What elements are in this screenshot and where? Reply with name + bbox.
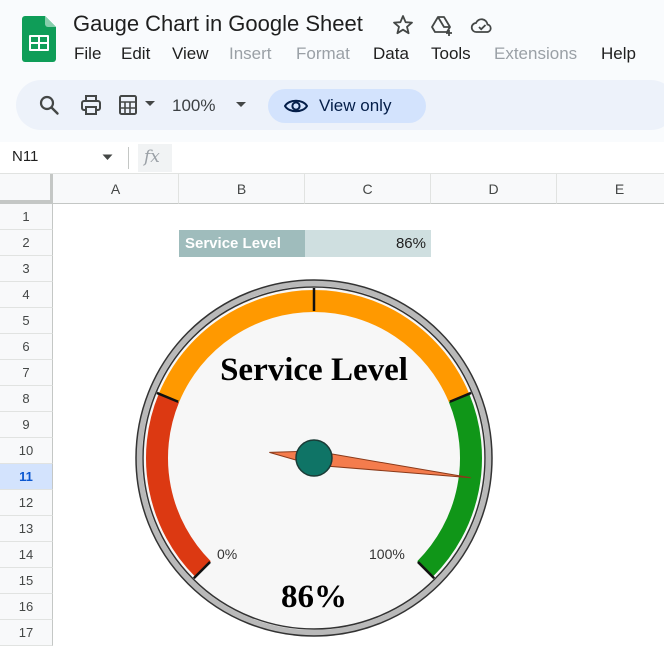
print-icon[interactable] — [80, 94, 102, 116]
menu-file[interactable]: File — [74, 44, 101, 64]
title-bar: Gauge Chart in Google Sheet File Edit Vi… — [0, 0, 664, 78]
view-only-label: View only — [319, 96, 392, 115]
menu-edit[interactable]: Edit — [121, 44, 150, 64]
zoom-select[interactable]: 100% — [172, 96, 215, 116]
gauge-max-label: 100% — [369, 546, 405, 562]
menu-data[interactable]: Data — [373, 44, 409, 64]
sheets-logo-icon[interactable] — [22, 16, 56, 62]
eye-icon — [284, 99, 308, 113]
gauge-title: Service Level — [220, 352, 408, 388]
menu-help[interactable]: Help — [601, 44, 636, 64]
zoom-chevron-down-icon[interactable] — [235, 101, 247, 109]
view-only-button[interactable]: View only — [268, 89, 426, 123]
name-box[interactable]: N11 — [12, 148, 38, 165]
menu-format[interactable]: Format — [296, 44, 350, 64]
move-to-drive-icon[interactable] — [430, 13, 454, 37]
toolbar-area: 100% View only — [0, 78, 664, 142]
sheet-grid[interactable]: A B C D E 1 2 3 4 5 6 7 8 9 10 11 12 13 … — [0, 174, 664, 646]
name-box-chevron-down-icon[interactable] — [102, 154, 113, 161]
menu-insert[interactable]: Insert — [229, 44, 272, 64]
gauge-min-label: 0% — [217, 546, 237, 562]
gauge-hub — [295, 439, 333, 477]
fx-icon: fx — [144, 147, 160, 167]
chevron-down-icon[interactable] — [144, 100, 156, 108]
formula-bar: N11 fx — [0, 142, 664, 174]
formula-bar-divider — [128, 147, 129, 169]
cloud-status-icon[interactable] — [470, 13, 494, 37]
paint-format-icon[interactable] — [118, 94, 140, 116]
star-icon[interactable] — [391, 13, 415, 37]
menu-view[interactable]: View — [172, 44, 209, 64]
toolbar: 100% View only — [16, 80, 664, 130]
menu-extensions[interactable]: Extensions — [494, 44, 577, 64]
search-icon[interactable] — [38, 94, 60, 116]
document-title[interactable]: Gauge Chart in Google Sheet — [73, 11, 363, 37]
gauge-value-label: 86% — [281, 579, 347, 615]
gauge-chart[interactable]: Service Level 0% 100% 86% — [0, 174, 664, 646]
menu-tools[interactable]: Tools — [431, 44, 471, 64]
